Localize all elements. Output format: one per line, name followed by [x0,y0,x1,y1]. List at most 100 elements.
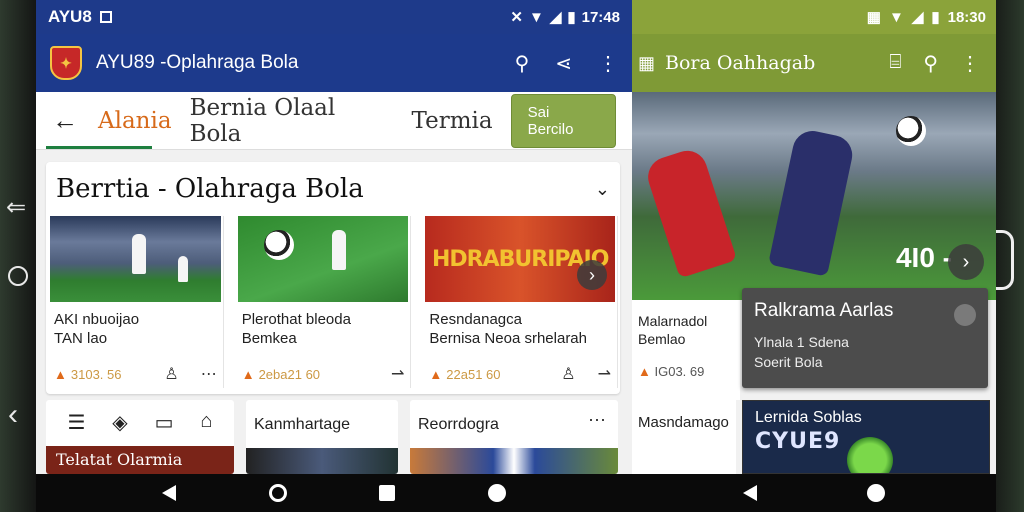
nav-recents-icon[interactable] [379,485,396,501]
club-crest-icon: ✦ [50,46,82,80]
chevron-right-icon[interactable]: › [577,260,607,290]
signal-icon: ◢ [911,9,924,26]
chevron-down-icon[interactable]: ⌄ [595,179,610,200]
back-arrow-icon[interactable]: ⇐ [6,196,26,220]
tag-icon[interactable]: ⌂ [200,410,212,435]
flame-icon: ▲ [429,366,443,382]
more-vert-icon[interactable]: ⋮ [960,51,980,76]
back-arrow-icon[interactable]: ← [52,105,78,136]
ball-graphic [263,230,294,260]
card-title: Reorrdogra [418,416,499,433]
battery-icon: ▮ [567,9,576,26]
card-title: Lernida Soblas [755,409,862,426]
tab-bernia[interactable]: Bernia Olaal Bola [190,95,394,147]
news-card[interactable]: HDRABURIPAIO › Resndanagca Bernisa Neoa … [423,216,618,388]
right-phone: ▦ ▼ ◢ ▮ 18:30 ▦ Bora Oahhagab ⌸ ⚲ ⋮ 4I0 … [632,0,996,512]
popup-line: Soerit Bola [754,354,823,370]
card-title: Resndanagca Bernisa Neoa srhelarah [429,311,587,347]
ball-graphic [896,116,926,146]
app-bar: ✦ AYU89 -Oplahraga Bola ⚲ ⋖ ⋮ [36,34,632,92]
nav-home-icon[interactable] [268,484,287,502]
card-title: Masndamago [638,414,729,431]
nav-back-icon[interactable] [743,485,757,501]
wifi-icon: ▼ [888,8,904,26]
news-card[interactable]: Plerothat bleoda Bemkea ▲ 2eba21 60 ⇀ [235,216,412,388]
second-row: Masndamago Lernida Soblas CYUE9 [632,400,996,474]
nav-back-icon[interactable] [162,485,177,501]
app-bar: ▦ Bora Oahhagab ⌸ ⚲ ⋮ [632,34,996,92]
left-phone: AYU8 ✕ ▼ ◢ ▮ 17:48 ✦ AYU89 -Oplahraga Bo… [36,0,632,512]
like-icon[interactable]: ♙ [164,364,178,384]
status-bar: AYU8 ✕ ▼ ◢ ▮ 17:48 [36,0,632,34]
forward-icon[interactable]: ⇀ [598,364,611,384]
grid-icon[interactable]: ▦ [638,53,655,74]
collapse-icon[interactable] [954,304,976,326]
clock: 18:30 [947,8,986,26]
news-card[interactable]: Malarnadol Bemlao ▲ IG03. 69 [632,300,740,400]
card-image [50,216,221,302]
card-title: AKI nbuoijao TAN lao [54,311,140,347]
ball-icon[interactable]: ◈ [112,410,127,435]
comment-icon[interactable]: ▭ [155,410,174,435]
wifi-icon: ▼ [528,8,544,26]
news-section: Berrtia - Olahraga Bola ⌄ AKI nbuoijao T… [46,162,620,394]
more-horiz-icon[interactable]: ⋯ [201,364,217,384]
card-title: Kanmhartage [254,416,351,433]
forward-icon[interactable]: ⇀ [391,364,404,384]
tool-card[interactable]: ☰ ◈ ▭ ⌂ Telatat Olarmia [46,400,234,474]
card-title: Plerothat bleoda Bemkea [241,311,351,347]
clock: 17:48 [581,8,620,26]
carrier-label: AYU8 [48,7,92,26]
cta-button[interactable]: Sai Bercilo [510,93,616,148]
notification-icon: ▦ [866,9,881,26]
mute-icon: ✕ [510,9,523,26]
search-icon[interactable]: ⚲ [923,51,938,76]
card-meta: 22a51 60 [446,366,501,382]
home-circle-icon[interactable] [8,266,28,286]
tab-alania[interactable]: Alania [98,108,172,134]
notification-icon [99,11,112,23]
more-vert-icon[interactable]: ⋮ [598,51,618,76]
nav-bar [632,474,996,512]
tab-termia[interactable]: Termia [412,108,493,134]
player-figure [768,127,856,277]
nav-home-icon[interactable] [867,484,885,502]
info-popup[interactable]: Ralkrama Aarlas Ylnala 1 Sdena Soerit Bo… [742,288,988,388]
card-image [410,448,618,474]
list-icon[interactable]: ☰ [67,410,85,435]
share-icon[interactable]: ⋖ [555,51,572,76]
flame-icon: ▲ [241,366,255,382]
nav-assist-icon[interactable] [487,484,506,502]
bookmark-icon[interactable]: ⌸ [889,51,901,76]
player-figure [642,145,738,279]
search-icon[interactable]: ⚲ [515,51,530,76]
news-card[interactable]: Reorrdogra ⋯ [410,400,618,474]
hero-image[interactable]: 4I0 - › [632,92,996,300]
status-bar: ▦ ▼ ◢ ▮ 18:30 [632,0,996,34]
battery-icon: ▮ [931,9,940,26]
tab-bar: ← Alania Bernia Olaal Bola Termia Sai Be… [36,92,632,150]
promo-card[interactable]: Lernida Soblas CYUE9 [742,400,990,474]
card-title: Malarnadol Bemlao [638,313,708,347]
news-card[interactable]: AKI nbuoijao TAN lao ▲ 3103. 56 ♙ ⋯ [48,216,224,388]
section-title: Berrtia - Olahraga Bola [56,174,364,204]
card-image [246,448,398,474]
player-figure [178,256,188,282]
news-card[interactable]: Kanmhartage [246,400,398,474]
card-meta: 3103. 56 [70,366,122,382]
like-icon[interactable]: ♙ [561,364,575,384]
flame-icon: ▲ [638,364,651,379]
side-handle[interactable] [996,230,1014,290]
chevron-right-icon[interactable]: › [948,244,984,280]
tab-indicator [46,146,152,149]
more-horiz-icon[interactable]: ⋯ [588,410,606,431]
nav-bar [36,474,632,512]
card-image: HDRABURIPAIO › [425,216,615,302]
news-card[interactable]: Masndamago [632,400,736,474]
app-title: AYU89 -Oplahraga Bola [96,52,299,73]
card-meta: 2eba21 60 [258,366,321,382]
player-figure [331,230,346,270]
popup-line: Ylnala 1 Sdena [754,334,849,350]
chevron-left-icon[interactable]: ‹ [8,400,18,430]
second-row: ☰ ◈ ▭ ⌂ Telatat Olarmia Kanmhartage Reor… [46,400,620,474]
